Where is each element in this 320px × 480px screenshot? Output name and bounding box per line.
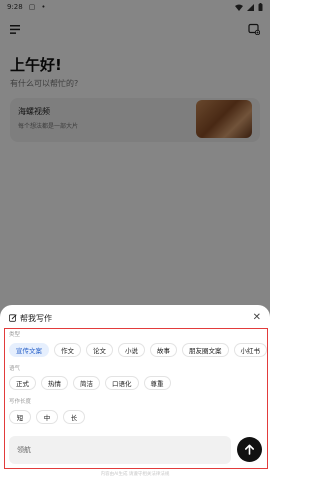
- close-icon[interactable]: ✕: [253, 313, 261, 323]
- tone-chips: 正式 热情 简洁 口语化 尊重: [9, 376, 171, 390]
- chip-length[interactable]: 长: [63, 410, 85, 424]
- writing-sheet: 帮我写作 ✕ 类型 宣传文案 作文 论文 小说 故事 朋友圈文案 小红书 语气 …: [0, 305, 270, 480]
- ai-disclaimer: 内容由AI生成 请遵守相关法律法规: [100, 472, 170, 477]
- chip-type[interactable]: 作文: [54, 343, 81, 357]
- length-label: 写作长度: [9, 399, 32, 405]
- chip-length[interactable]: 中: [36, 410, 58, 424]
- chip-tone[interactable]: 尊重: [143, 376, 171, 390]
- chip-tone[interactable]: 热情: [41, 376, 68, 390]
- edit-icon: [9, 314, 17, 322]
- sheet-title: 帮我写作: [9, 313, 52, 324]
- chip-type[interactable]: 朋友圈文案: [182, 343, 229, 357]
- chip-type[interactable]: 小说: [118, 343, 145, 357]
- chip-tone[interactable]: 正式: [9, 376, 36, 390]
- chip-tone[interactable]: 简洁: [73, 376, 100, 390]
- prompt-input[interactable]: [17, 446, 223, 454]
- chip-type[interactable]: 故事: [150, 343, 177, 357]
- prompt-input-wrap: [9, 436, 231, 464]
- chip-type[interactable]: 宣传文案: [9, 343, 49, 357]
- sheet-title-text: 帮我写作: [20, 313, 52, 323]
- type-label: 类型: [9, 332, 21, 338]
- chip-type[interactable]: 论文: [86, 343, 113, 357]
- chip-tone[interactable]: 口语化: [105, 376, 139, 390]
- sheet-header: 帮我写作 ✕: [9, 312, 261, 324]
- chip-type[interactable]: 小红书: [233, 343, 267, 357]
- length-chips: 短 中 长: [9, 410, 85, 424]
- type-chips: 宣传文案 作文 论文 小说 故事 朋友圈文案 小红书: [9, 343, 267, 357]
- tone-label: 语气: [9, 366, 21, 372]
- chip-length[interactable]: 短: [9, 410, 31, 424]
- send-button[interactable]: [237, 437, 262, 462]
- arrow-up-icon: [245, 444, 254, 455]
